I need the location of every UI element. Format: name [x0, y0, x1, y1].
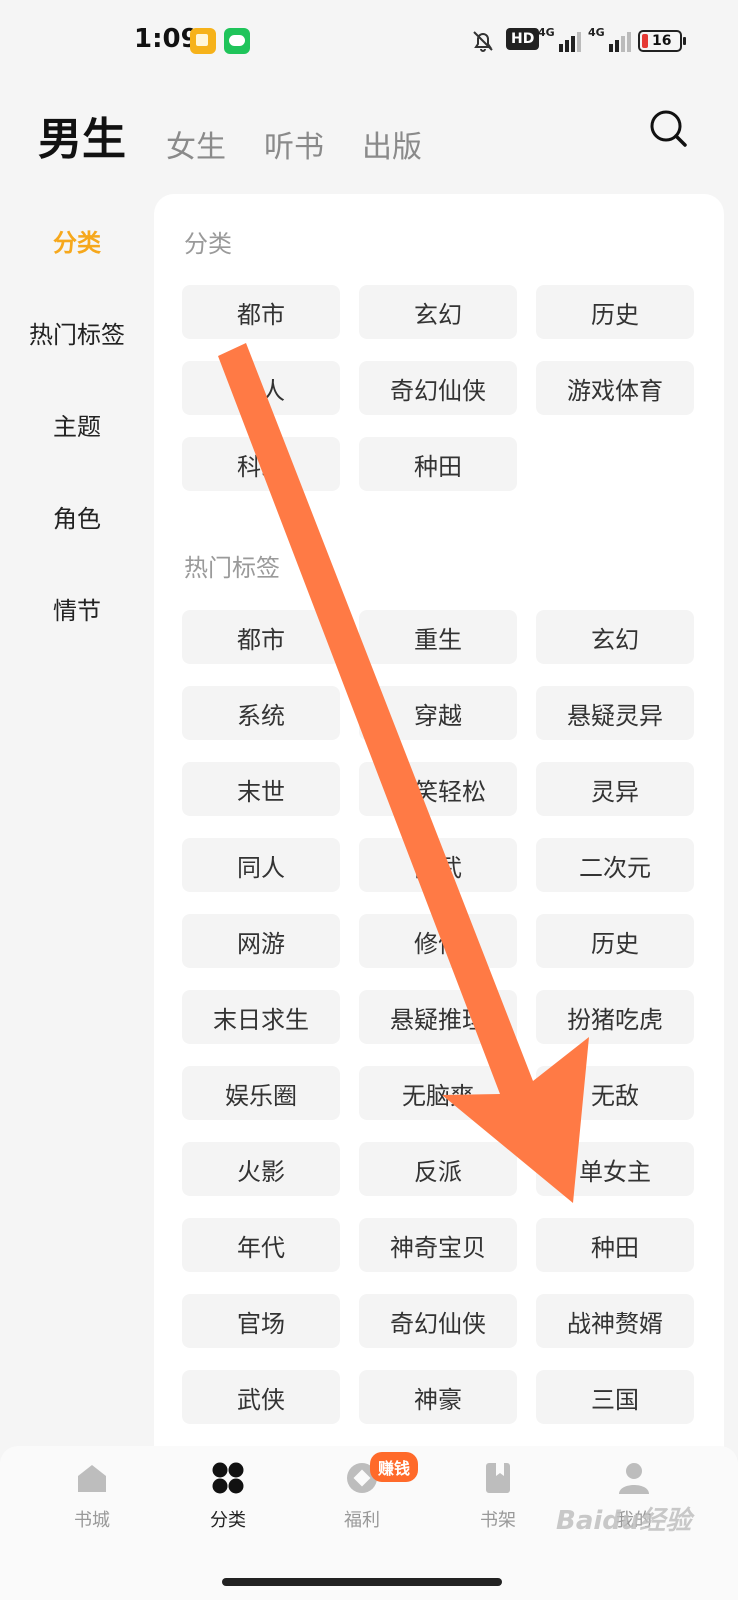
nav-label: 书架 [480, 1510, 516, 1531]
nav-label: 分类 [210, 1510, 246, 1531]
tag-chip[interactable]: 搞笑轻松 [359, 762, 517, 816]
signal-icon: 4G [538, 26, 581, 52]
tag-chip[interactable]: 奇幻仙侠 [359, 1294, 517, 1348]
search-icon[interactable] [646, 106, 690, 150]
tag-chip[interactable]: 官场 [182, 1294, 340, 1348]
tag-chip[interactable]: 无脑爽 [359, 1066, 517, 1120]
tag-chip[interactable]: 单女主 [536, 1142, 694, 1196]
category-sidebar: 分类 热门标签 主题 角色 情节 [0, 194, 154, 654]
sidebar-item-plot[interactable]: 情节 [0, 562, 154, 654]
content-panel: 分类 都市 玄幻 历史 同人 奇幻仙侠 游戏体育 科幻 种田 热门标签 都市 重… [154, 194, 724, 1494]
tag-chip[interactable]: 重生 [359, 610, 517, 664]
tag-chip[interactable]: 无敌 [536, 1066, 694, 1120]
tag-chip[interactable]: 末日求生 [182, 990, 340, 1044]
tag-chip[interactable]: 玄幻 [536, 610, 694, 664]
earn-badge: 赚钱 [370, 1452, 419, 1482]
sidebar-item-theme[interactable]: 主题 [0, 378, 154, 470]
tag-chip[interactable]: 同人 [182, 838, 340, 892]
profile-icon [619, 1463, 649, 1494]
category-grid: 都市 玄幻 历史 同人 奇幻仙侠 游戏体育 科幻 种田 [182, 285, 694, 491]
home-indicator[interactable] [222, 1578, 502, 1586]
category-chip[interactable]: 玄幻 [359, 285, 517, 339]
signal-icon: 4G [588, 26, 631, 52]
top-tabs: 男生 女生 听书 出版 [38, 100, 460, 170]
nav-bookstore[interactable]: 书城 [42, 1460, 142, 1532]
tab-publishing[interactable]: 出版 [362, 126, 422, 170]
tag-chip[interactable]: 武侠 [182, 1370, 340, 1424]
baidu-watermark: Baidu经验 [556, 1506, 692, 1536]
section-title-hot-tags: 热门标签 [184, 554, 280, 582]
tag-chip[interactable]: 年代 [182, 1218, 340, 1272]
battery-level: 16 [652, 33, 672, 49]
nav-bookshelf[interactable]: 书架 [448, 1460, 548, 1532]
hd-badge: HD [506, 28, 540, 50]
wechat-notification-icon [224, 28, 250, 54]
tag-chip[interactable]: 战神赘婿 [536, 1294, 694, 1348]
tab-audiobook[interactable]: 听书 [264, 126, 324, 170]
tag-chip[interactable]: 网游 [182, 914, 340, 968]
home-icon [78, 1465, 106, 1492]
tag-chip[interactable]: 扮猪吃虎 [536, 990, 694, 1044]
category-chip[interactable]: 都市 [182, 285, 340, 339]
tag-chip[interactable]: 娱乐圈 [182, 1066, 340, 1120]
tag-chip[interactable]: 种田 [536, 1218, 694, 1272]
tab-male[interactable]: 男生 [38, 110, 126, 170]
tag-chip[interactable]: 修仙 [359, 914, 517, 968]
hot-tags-grid: 都市 重生 玄幻 系统 穿越 悬疑灵异 末世 搞笑轻松 灵异 同人 高武 二次元… [182, 610, 694, 1424]
tag-chip[interactable]: 神奇宝贝 [359, 1218, 517, 1272]
category-chip[interactable]: 奇幻仙侠 [359, 361, 517, 415]
tag-chip[interactable]: 神豪 [359, 1370, 517, 1424]
tag-chip[interactable]: 系统 [182, 686, 340, 740]
nav-label: 福利 [344, 1510, 380, 1531]
tag-chip[interactable]: 历史 [536, 914, 694, 968]
tag-chip[interactable]: 悬疑推理 [359, 990, 517, 1044]
status-bar: 1:09 HD 4G 4G 16 [0, 0, 738, 84]
battery-icon: 16 [638, 30, 686, 52]
category-grid-icon [212, 1462, 244, 1494]
section-title-category: 分类 [184, 230, 232, 258]
mute-bell-icon [473, 31, 493, 52]
category-chip[interactable]: 种田 [359, 437, 517, 491]
tag-chip[interactable]: 反派 [359, 1142, 517, 1196]
tag-chip[interactable]: 都市 [182, 610, 340, 664]
category-chip[interactable]: 同人 [182, 361, 340, 415]
category-chip[interactable]: 游戏体育 [536, 361, 694, 415]
tag-chip[interactable]: 三国 [536, 1370, 694, 1424]
category-chip[interactable]: 科幻 [182, 437, 340, 491]
gallery-notification-icon [190, 28, 216, 54]
tag-chip[interactable]: 灵异 [536, 762, 694, 816]
category-chip[interactable]: 历史 [536, 285, 694, 339]
status-time: 1:09 [134, 24, 199, 54]
nav-label: 书城 [74, 1510, 110, 1531]
tab-female[interactable]: 女生 [166, 126, 226, 170]
tag-chip[interactable]: 悬疑灵异 [536, 686, 694, 740]
tag-chip[interactable]: 高武 [359, 838, 517, 892]
sidebar-item-role[interactable]: 角色 [0, 470, 154, 562]
sidebar-item-category[interactable]: 分类 [0, 194, 154, 286]
bookshelf-icon [486, 1463, 510, 1493]
tag-chip[interactable]: 末世 [182, 762, 340, 816]
nav-category[interactable]: 分类 [178, 1460, 278, 1532]
tag-chip[interactable]: 穿越 [359, 686, 517, 740]
tag-chip[interactable]: 二次元 [536, 838, 694, 892]
sidebar-item-hot-tags[interactable]: 热门标签 [0, 286, 154, 378]
tag-chip[interactable]: 火影 [182, 1142, 340, 1196]
